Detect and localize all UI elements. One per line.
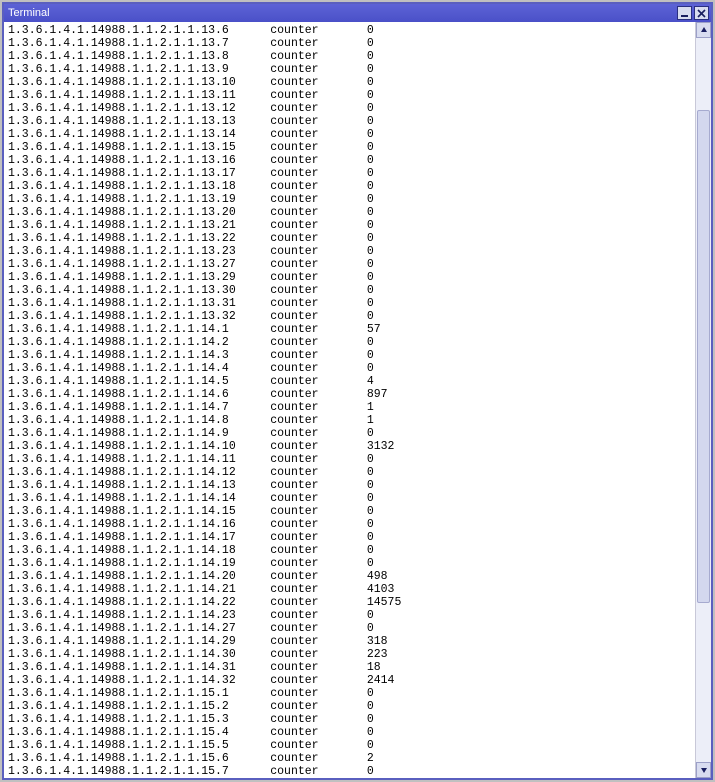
output-row: 1.3.6.1.4.1.14988.1.1.2.1.1.14.15 counte… — [8, 505, 691, 518]
output-row: 1.3.6.1.4.1.14988.1.1.2.1.1.14.32 counte… — [8, 674, 691, 687]
output-row: 1.3.6.1.4.1.14988.1.1.2.1.1.14.10 counte… — [8, 440, 691, 453]
output-row: 1.3.6.1.4.1.14988.1.1.2.1.1.14.5 counter… — [8, 375, 691, 388]
output-row: 1.3.6.1.4.1.14988.1.1.2.1.1.13.32 counte… — [8, 310, 691, 323]
output-row: 1.3.6.1.4.1.14988.1.1.2.1.1.14.27 counte… — [8, 622, 691, 635]
titlebar[interactable]: Terminal — [4, 4, 711, 22]
content-area: 1.3.6.1.4.1.14988.1.1.2.1.1.13.6 counter… — [4, 22, 711, 778]
output-row: 1.3.6.1.4.1.14988.1.1.2.1.1.14.19 counte… — [8, 557, 691, 570]
output-row: 1.3.6.1.4.1.14988.1.1.2.1.1.13.13 counte… — [8, 115, 691, 128]
output-row: 1.3.6.1.4.1.14988.1.1.2.1.1.13.11 counte… — [8, 89, 691, 102]
output-row: 1.3.6.1.4.1.14988.1.1.2.1.1.14.6 counter… — [8, 388, 691, 401]
output-row: 1.3.6.1.4.1.14988.1.1.2.1.1.14.17 counte… — [8, 531, 691, 544]
output-row: 1.3.6.1.4.1.14988.1.1.2.1.1.14.12 counte… — [8, 466, 691, 479]
output-row: 1.3.6.1.4.1.14988.1.1.2.1.1.14.23 counte… — [8, 609, 691, 622]
minimize-button[interactable] — [677, 6, 692, 20]
minimize-icon — [680, 9, 689, 18]
output-row: 1.3.6.1.4.1.14988.1.1.2.1.1.13.18 counte… — [8, 180, 691, 193]
output-row: 1.3.6.1.4.1.14988.1.1.2.1.1.14.16 counte… — [8, 518, 691, 531]
output-row: 1.3.6.1.4.1.14988.1.1.2.1.1.14.9 counter… — [8, 427, 691, 440]
output-row: 1.3.6.1.4.1.14988.1.1.2.1.1.14.8 counter… — [8, 414, 691, 427]
output-row: 1.3.6.1.4.1.14988.1.1.2.1.1.13.8 counter… — [8, 50, 691, 63]
output-row: 1.3.6.1.4.1.14988.1.1.2.1.1.14.4 counter… — [8, 362, 691, 375]
output-row: 1.3.6.1.4.1.14988.1.1.2.1.1.14.29 counte… — [8, 635, 691, 648]
output-row: 1.3.6.1.4.1.14988.1.1.2.1.1.13.17 counte… — [8, 167, 691, 180]
output-row: 1.3.6.1.4.1.14988.1.1.2.1.1.14.14 counte… — [8, 492, 691, 505]
output-row: 1.3.6.1.4.1.14988.1.1.2.1.1.13.15 counte… — [8, 141, 691, 154]
terminal-window: Terminal 1.3.6.1.4.1.14988.1.1.2.1.1.13.… — [2, 2, 713, 780]
output-row: 1.3.6.1.4.1.14988.1.1.2.1.1.13.31 counte… — [8, 297, 691, 310]
output-row: 1.3.6.1.4.1.14988.1.1.2.1.1.13.22 counte… — [8, 232, 691, 245]
vertical-scrollbar[interactable] — [695, 22, 711, 778]
output-row: 1.3.6.1.4.1.14988.1.1.2.1.1.15.4 counter… — [8, 726, 691, 739]
arrow-down-icon — [700, 766, 708, 774]
output-row: 1.3.6.1.4.1.14988.1.1.2.1.1.14.31 counte… — [8, 661, 691, 674]
terminal-output[interactable]: 1.3.6.1.4.1.14988.1.1.2.1.1.13.6 counter… — [4, 22, 695, 778]
output-row: 1.3.6.1.4.1.14988.1.1.2.1.1.13.9 counter… — [8, 63, 691, 76]
scroll-up-button[interactable] — [696, 22, 711, 38]
output-row: 1.3.6.1.4.1.14988.1.1.2.1.1.13.21 counte… — [8, 219, 691, 232]
output-row: 1.3.6.1.4.1.14988.1.1.2.1.1.13.6 counter… — [8, 24, 691, 37]
output-row: 1.3.6.1.4.1.14988.1.1.2.1.1.13.10 counte… — [8, 76, 691, 89]
close-icon — [697, 9, 706, 18]
close-button[interactable] — [694, 6, 709, 20]
output-row: 1.3.6.1.4.1.14988.1.1.2.1.1.15.5 counter… — [8, 739, 691, 752]
scroll-down-button[interactable] — [696, 762, 711, 778]
output-row: 1.3.6.1.4.1.14988.1.1.2.1.1.14.1 counter… — [8, 323, 691, 336]
window-title: Terminal — [8, 7, 50, 19]
output-row: 1.3.6.1.4.1.14988.1.1.2.1.1.13.23 counte… — [8, 245, 691, 258]
output-row: 1.3.6.1.4.1.14988.1.1.2.1.1.14.22 counte… — [8, 596, 691, 609]
output-row: 1.3.6.1.4.1.14988.1.1.2.1.1.15.6 counter… — [8, 752, 691, 765]
output-row: 1.3.6.1.4.1.14988.1.1.2.1.1.13.19 counte… — [8, 193, 691, 206]
scrollbar-thumb[interactable] — [697, 110, 710, 602]
output-row: 1.3.6.1.4.1.14988.1.1.2.1.1.14.20 counte… — [8, 570, 691, 583]
output-row: 1.3.6.1.4.1.14988.1.1.2.1.1.14.3 counter… — [8, 349, 691, 362]
output-row: 1.3.6.1.4.1.14988.1.1.2.1.1.14.11 counte… — [8, 453, 691, 466]
output-row: 1.3.6.1.4.1.14988.1.1.2.1.1.15.3 counter… — [8, 713, 691, 726]
output-row: 1.3.6.1.4.1.14988.1.1.2.1.1.13.7 counter… — [8, 37, 691, 50]
output-row: 1.3.6.1.4.1.14988.1.1.2.1.1.14.30 counte… — [8, 648, 691, 661]
scrollbar-track[interactable] — [696, 38, 711, 762]
output-row: 1.3.6.1.4.1.14988.1.1.2.1.1.13.20 counte… — [8, 206, 691, 219]
output-row: 1.3.6.1.4.1.14988.1.1.2.1.1.14.13 counte… — [8, 479, 691, 492]
output-row: 1.3.6.1.4.1.14988.1.1.2.1.1.13.27 counte… — [8, 258, 691, 271]
output-row: 1.3.6.1.4.1.14988.1.1.2.1.1.13.12 counte… — [8, 102, 691, 115]
output-row: 1.3.6.1.4.1.14988.1.1.2.1.1.13.14 counte… — [8, 128, 691, 141]
output-row: 1.3.6.1.4.1.14988.1.1.2.1.1.14.2 counter… — [8, 336, 691, 349]
output-row: 1.3.6.1.4.1.14988.1.1.2.1.1.13.30 counte… — [8, 284, 691, 297]
output-row: 1.3.6.1.4.1.14988.1.1.2.1.1.14.7 counter… — [8, 401, 691, 414]
output-row: 1.3.6.1.4.1.14988.1.1.2.1.1.13.16 counte… — [8, 154, 691, 167]
output-row: 1.3.6.1.4.1.14988.1.1.2.1.1.14.21 counte… — [8, 583, 691, 596]
output-row: 1.3.6.1.4.1.14988.1.1.2.1.1.13.29 counte… — [8, 271, 691, 284]
output-row: 1.3.6.1.4.1.14988.1.1.2.1.1.14.18 counte… — [8, 544, 691, 557]
arrow-up-icon — [700, 26, 708, 34]
output-row: 1.3.6.1.4.1.14988.1.1.2.1.1.15.1 counter… — [8, 687, 691, 700]
output-row: 1.3.6.1.4.1.14988.1.1.2.1.1.15.2 counter… — [8, 700, 691, 713]
output-row: 1.3.6.1.4.1.14988.1.1.2.1.1.15.7 counter… — [8, 765, 691, 778]
